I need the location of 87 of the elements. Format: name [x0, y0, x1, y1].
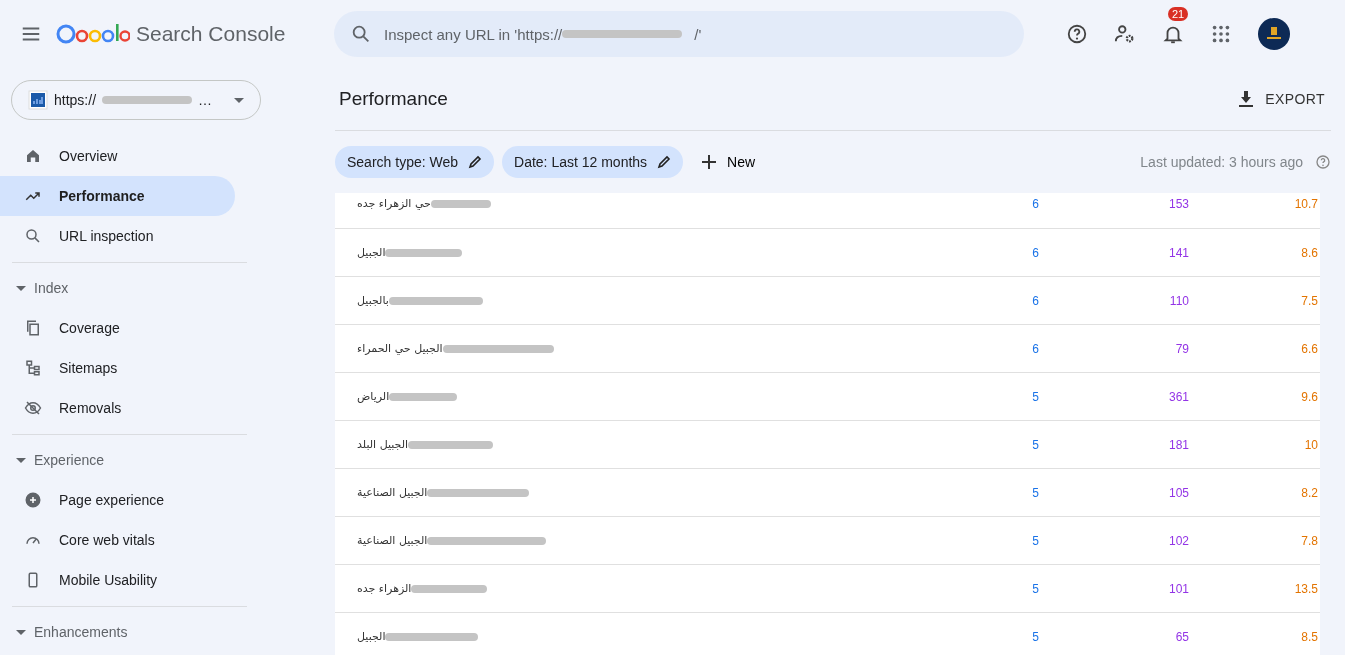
position-cell-text: 8.6: [1300, 245, 1318, 260]
property-url: https://: [54, 92, 97, 108]
query-cell: الرياض: [357, 390, 390, 403]
circle-plus-icon: [24, 491, 42, 509]
query-cell: الجبيل: [357, 246, 386, 259]
eye-off-icon: [24, 399, 42, 417]
position-cell-text: 10.7: [1293, 197, 1318, 211]
query-cell: حي الزهراء جده: [357, 197, 431, 210]
impressions-cell-text: 361: [1167, 389, 1189, 404]
field-placeholder: /': [694, 25, 702, 43]
product-name: Search Console: [136, 22, 286, 46]
user-settings-icon[interactable]: [1114, 23, 1136, 45]
download-icon: [1237, 90, 1256, 108]
impressions-cell-text: 79: [1174, 341, 1189, 356]
impressions-cell-text: 102: [1167, 533, 1189, 548]
clicks-cell-text: 6: [1031, 293, 1039, 308]
nav-item[interactable]: Core web vitals: [0, 520, 235, 560]
query-cell: الزهراء جده: [357, 582, 412, 595]
clicks-cell-text: 5: [1031, 485, 1039, 500]
help-icon[interactable]: [1066, 23, 1088, 45]
caret-icon: [16, 285, 26, 291]
last-updated-text: Last updated: 3 hours ago: [1140, 154, 1303, 170]
nav-item[interactable]: Sitemaps: [0, 348, 235, 388]
nav-item[interactable]: Mobile Usability: [0, 560, 235, 600]
pages-icon: [24, 319, 42, 337]
account-avatar[interactable]: [1258, 18, 1290, 50]
query-cell: بالجبيل: [357, 294, 389, 307]
impressions-cell-text: 110: [1168, 293, 1189, 308]
clicks-cell-text: 6: [1031, 245, 1039, 260]
query-cell: الجبيل الصناعية: [357, 534, 428, 547]
clicks-cell-text: 6: [1031, 341, 1039, 356]
clicks-cell-text: 6: [1031, 197, 1039, 211]
impressions-cell-text: 105: [1167, 485, 1189, 500]
query-cell: الجبيل البلد: [357, 438, 409, 451]
caret-icon: [16, 457, 26, 463]
nav-section-toggle[interactable]: Experience: [0, 440, 270, 480]
search-icon: [24, 227, 42, 245]
new-filter-button[interactable]: New: [691, 154, 766, 170]
redaction-mark: [430, 199, 491, 208]
nav-item[interactable]: Removals: [0, 388, 235, 428]
apps-grid-icon[interactable]: [1210, 23, 1232, 45]
nav-section-toggle[interactable]: Enhancements: [0, 612, 270, 652]
position-cell-text: 7.8: [1300, 533, 1318, 548]
position-cell-text: 8.5: [1300, 629, 1318, 644]
nav-section-toggle[interactable]: Index: [0, 268, 270, 308]
site-icon: [28, 90, 48, 110]
position-cell-text: 10: [1303, 437, 1318, 452]
url-inspect-field[interactable]: Inspect any URL in 'https:// /': [334, 11, 1024, 57]
dropdown-arrow-icon: [234, 97, 244, 103]
filter-chip[interactable]: Search type: Web: [335, 146, 495, 178]
filter-chip[interactable]: Date: Last 12 months: [502, 146, 684, 178]
position-cell-text: 8.2: [1300, 485, 1318, 500]
query-cell: الجبيل الصناعية: [357, 486, 428, 499]
caret-icon: [16, 629, 26, 635]
plus-icon: [701, 154, 718, 170]
property-url: …: [198, 92, 213, 108]
clicks-cell-text: 5: [1031, 629, 1039, 644]
nav-item[interactable]: URL inspection: [0, 216, 235, 256]
impressions-cell-text: 141: [1167, 245, 1189, 260]
clicks-cell-text: 5: [1031, 389, 1039, 404]
redaction-mark: [389, 392, 458, 401]
impressions-cell-text: 65: [1174, 629, 1189, 644]
position-cell-text: 9.6: [1300, 389, 1318, 404]
page-title: Performance: [339, 88, 448, 110]
clicks-cell-text: 5: [1031, 533, 1039, 548]
position-cell-text: 6.6: [1300, 341, 1318, 356]
edit-icon: [468, 155, 483, 169]
export-button[interactable]: EXPORT: [1231, 89, 1331, 109]
query-cell: الجبيل حي الحمراء: [357, 342, 443, 355]
position-cell-text: 7.5: [1300, 293, 1318, 308]
nav-item[interactable]: Page experience: [0, 480, 235, 520]
search-icon: [350, 23, 372, 45]
edit-icon: [657, 155, 672, 169]
nav-item[interactable]: Performance: [0, 176, 235, 216]
impressions-cell-text: 181: [1167, 437, 1189, 452]
query-cell: الجبيل: [357, 630, 386, 643]
impressions-cell-text: 153: [1167, 197, 1189, 211]
clicks-cell-text: 5: [1031, 437, 1039, 452]
notification-badge: 21: [1168, 7, 1189, 21]
clicks-cell-text: 5: [1031, 581, 1039, 596]
home-icon: [24, 147, 42, 165]
nav-item[interactable]: Coverage: [0, 308, 235, 348]
impressions-cell-text: 101: [1167, 581, 1189, 596]
field-placeholder: Inspect any URL in 'https://: [384, 25, 563, 43]
nav-item[interactable]: Overview: [0, 136, 235, 176]
position-cell-text: 13.5: [1293, 581, 1318, 596]
sitemap-icon: [24, 359, 42, 377]
